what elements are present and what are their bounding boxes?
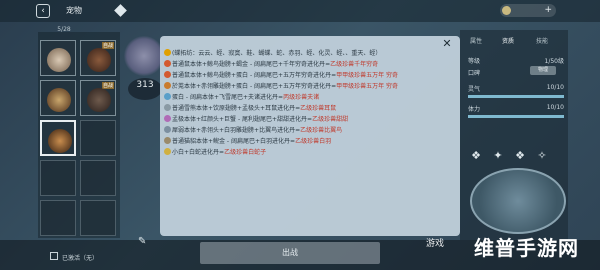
pet-mini-icon: [164, 115, 171, 122]
recipe-text: 普通鼠本体+鲸鸟翅膀+蝎金 - 阔扁尾巴+千年穷奇进化丹=: [172, 61, 331, 68]
pet-skill-display: [470, 168, 566, 234]
pet-mini-icon: [164, 49, 171, 56]
recipe-result: 乙级珍兽耳鼠: [300, 105, 337, 112]
battle-button[interactable]: 出战: [200, 242, 380, 264]
recipe-result: 云云、蛭、寂寞、鞋、蝴蝶、蛇、赤羽、蛭、化灵、蛭、、重天、蛭）: [198, 50, 382, 57]
skill-icon[interactable]: ✧: [534, 150, 550, 162]
pet-avatar: [87, 88, 111, 112]
recipe-result: 乙级珍兽千年穷奇: [330, 61, 379, 68]
pet-avatar: [47, 88, 71, 112]
stat-value: 10/10: [546, 104, 564, 111]
recipe-text: 小白+白蛇进化丹=: [172, 149, 225, 156]
left-arrow-icon: ‹: [41, 6, 45, 16]
pet-avatar: [87, 48, 111, 72]
pet-avatar: [48, 129, 72, 153]
stamina-bar: [468, 115, 564, 118]
recipe-result: 乙级珍兽甜甜: [312, 116, 349, 123]
recipe-line: (蝶拓纺：云云、蛭、寂寞、鞋、蝴蝶、蛇、赤羽、蛭、化灵、蛭、、重天、蛭）: [164, 48, 452, 59]
recipe-text: 犀弱本体+赤翎头+白羽雕翅膀+比翼鸟进化丹=: [172, 127, 301, 134]
recipe-result: 丙级珍兽夫诸: [283, 94, 320, 101]
checkbox[interactable]: [50, 252, 58, 260]
stat-label: 等级: [468, 58, 481, 65]
stat-row-spirit: 灵气 10/10: [468, 84, 564, 94]
stat-row-level: 等级 1/50级: [468, 56, 564, 66]
pet-mini-icon: [164, 126, 171, 133]
stat-label: 体力: [468, 106, 481, 113]
recipe-line: 普通鼠本体+鲸鸟翅膀+蝎金 - 阔扁尾巴+千年穷奇进化丹=乙级珍兽千年穷奇: [164, 59, 452, 70]
recipe-text: 於莵本体+赤翎雕翅膀+蛋白 - 阔扁尾巴+五万年穷奇进化丹=: [172, 83, 337, 90]
recipe-line: 犀弱本体+赤翎头+白羽雕翅膀+比翼鸟进化丹=乙级珍兽比翼鸟: [164, 125, 452, 136]
recipe-result: 乙级珍兽白羽: [295, 138, 332, 145]
score-value: 313: [136, 80, 154, 90]
pet-mini-icon: [164, 148, 171, 155]
stat-value: 10/10: [546, 84, 564, 91]
tab-skills[interactable]: 技能: [536, 36, 548, 45]
pet-mini-icon: [164, 104, 171, 111]
recipe-text: 蛋白 - 阔扁本体+飞雪尾巴+夫诸进化丹=: [172, 94, 284, 101]
recipe-text: 普通雪熊本体+饮原翅膀+孟极头+耳鼠进化丹=: [172, 105, 301, 112]
spirit-bar: [468, 95, 564, 98]
pet-mini-icon: [164, 82, 171, 89]
spirit-bar-fill: [468, 95, 564, 98]
recipe-result: 乙级珍兽白蛇子: [224, 149, 267, 156]
recipe-text: 普通猫貂本体+鲵金 - 阔扁尾巴+白羽进化丹=: [172, 138, 296, 145]
coin-icon: [502, 6, 511, 15]
currency-pill[interactable]: +: [500, 4, 556, 17]
type-badge: 物理: [530, 66, 556, 75]
recipe-text: 孟极本体+红颜头+巨蟹 - 尾利翅尾巴+甜甜进化丹=: [172, 116, 313, 123]
battle-tag: 自战: [101, 82, 114, 89]
brush-icon[interactable]: ✎: [138, 236, 146, 247]
pet-slot[interactable]: [40, 40, 76, 76]
recipe-result: 甲甲级珍兽五万年 穷奇: [336, 72, 399, 79]
pet-mini-icon: [164, 93, 171, 100]
stamina-bar-fill: [468, 115, 564, 118]
add-icon[interactable]: +: [544, 4, 552, 17]
pet-slot[interactable]: [40, 80, 76, 116]
recipe-line: 孟极本体+红颜头+巨蟹 - 尾利翅尾巴+甜甜进化丹=乙级珍兽甜甜: [164, 114, 452, 125]
recipe-line: 普通鼠本体+鲸鸟翅膀+蛋白 - 阔扁尾巴+五万年穷奇进化丹=甲甲级珍兽五万年 穷…: [164, 70, 452, 81]
recipe-line: 於莵本体+赤翎雕翅膀+蛋白 - 阔扁尾巴+五万年穷奇进化丹=甲甲级珍兽五万年 穷…: [164, 81, 452, 92]
skill-icon[interactable]: ❖: [512, 150, 528, 162]
pet-slot-selected[interactable]: [40, 120, 76, 156]
pet-slot-empty[interactable]: [80, 120, 116, 156]
recipe-text: 普通鼠本体+鲸鸟翅膀+蛋白 - 阔扁尾巴+五万年穷奇进化丹=: [172, 72, 337, 79]
skill-icon[interactable]: ✦: [490, 150, 506, 162]
page-title: 宠物: [66, 6, 82, 15]
pet-emblem: [124, 36, 164, 76]
pet-mini-icon: [164, 71, 171, 78]
pet-slot-empty[interactable]: [40, 160, 76, 196]
pet-slot-empty[interactable]: [40, 200, 76, 236]
stat-label: 口碑: [468, 70, 481, 77]
back-button[interactable]: ‹: [36, 4, 50, 18]
stat-label: 灵气: [468, 86, 481, 93]
pet-slot-empty[interactable]: [80, 160, 116, 196]
recipe-result: 甲甲级珍兽五万年 穷奇: [336, 83, 399, 90]
stat-row-stamina: 体力 10/10: [468, 104, 564, 114]
recipe-line: 普通猫貂本体+鲵金 - 阔扁尾巴+白羽进化丹=乙级珍兽白羽: [164, 136, 452, 147]
pet-count: 5/28: [57, 26, 71, 33]
pet-slot-empty[interactable]: [80, 200, 116, 236]
evolution-recipe-list: (蝶拓纺：云云、蛭、寂寞、鞋、蝴蝶、蛇、赤羽、蛭、化灵、蛭、、重天、蛭） 普通鼠本…: [164, 48, 452, 158]
recipe-result: 乙级珍兽比翼鸟: [300, 127, 343, 134]
watermark-big: 维普手游网: [474, 236, 579, 260]
activation-note: 已激活（无）: [62, 255, 99, 262]
pet-avatar: [47, 48, 71, 72]
recipe-line: 蛋白 - 阔扁本体+飞雪尾巴+夫诸进化丹=丙级珍兽夫诸: [164, 92, 452, 103]
pet-slot[interactable]: 自战: [80, 40, 116, 76]
stat-value: 1/50级: [544, 58, 564, 65]
recipe-line: 小白+白蛇进化丹=乙级珍兽白蛇子: [164, 147, 452, 158]
pet-slot[interactable]: 自战: [80, 80, 116, 116]
recipe-line: 普通雪熊本体+饮原翅膀+孟极头+耳鼠进化丹=乙级珍兽耳鼠: [164, 103, 452, 114]
recipe-text: (蝶拓纺：: [172, 50, 199, 57]
tab-attributes[interactable]: 属性: [470, 36, 482, 45]
battle-tag: 自战: [101, 42, 114, 49]
pet-mini-icon: [164, 60, 171, 67]
pet-mini-icon: [164, 137, 171, 144]
skill-icon[interactable]: ❖: [468, 150, 484, 162]
tab-aptitude[interactable]: 资质: [502, 36, 514, 45]
watermark-small: 游戏: [426, 239, 445, 249]
